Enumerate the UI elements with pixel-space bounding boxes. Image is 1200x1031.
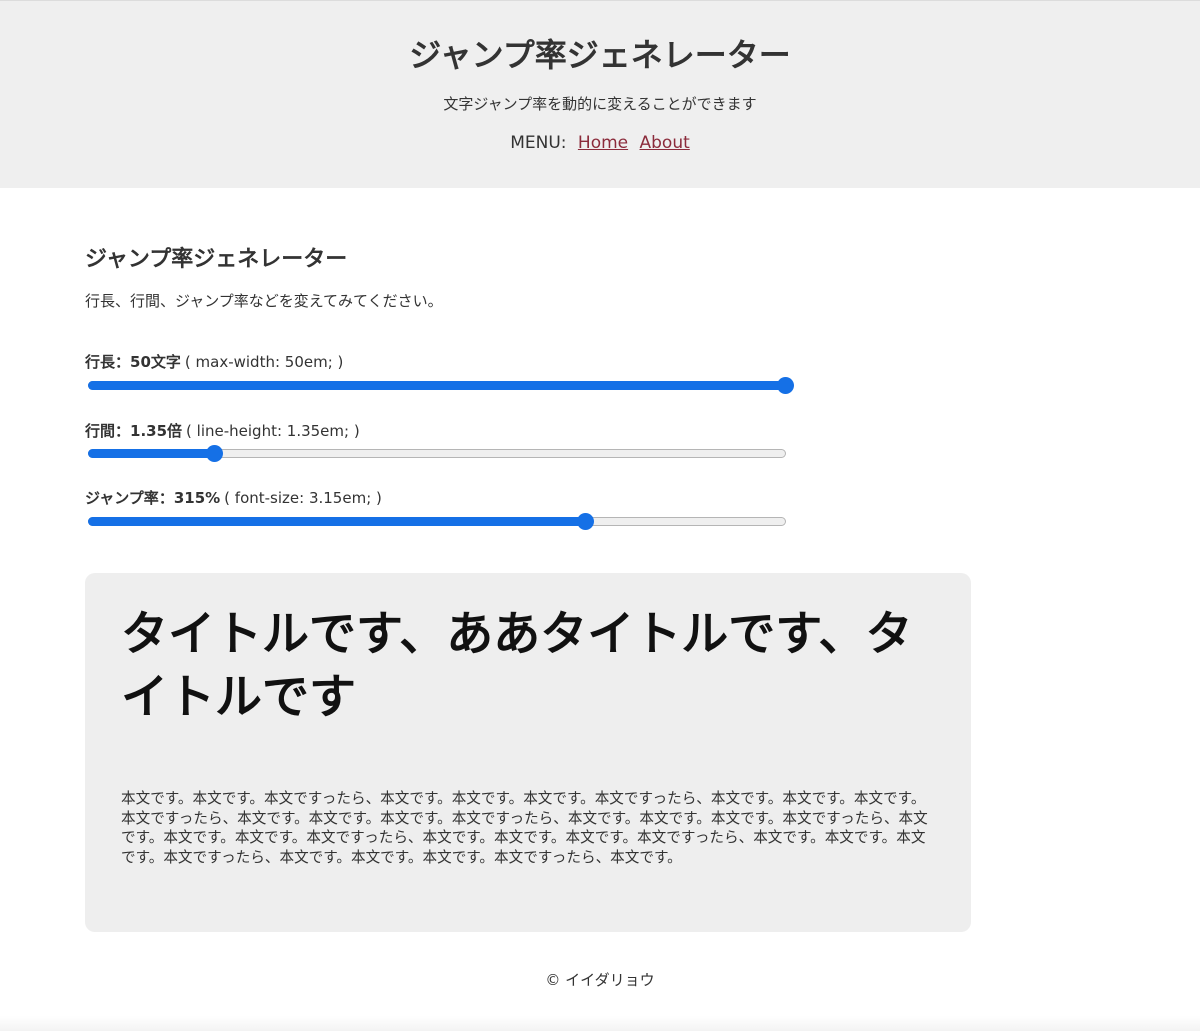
bottom-shade <box>0 1016 1200 1031</box>
preview-box: タイトルです、ああタイトルです、タイトルです 本文です。本文です。本文ですったら… <box>85 573 971 932</box>
preview-body-text: 本文です。本文です。本文ですったら、本文です。本文です。本文です。本文ですったら… <box>121 790 928 867</box>
jump-rate-slider-thumb[interactable] <box>576 513 594 530</box>
menu-label: MENU: <box>510 133 567 153</box>
nav-link-about[interactable]: About <box>640 133 690 153</box>
line-length-name: 行長 <box>85 353 116 371</box>
jump-rate-sep: ： <box>158 489 174 507</box>
line-height-slider-fill <box>88 449 216 458</box>
line-height-sep: ： <box>115 422 131 440</box>
nav-link-home[interactable]: Home <box>578 133 628 153</box>
line-length-css-hint: ( max-width: 50em; ) <box>184 353 344 371</box>
line-height-value: 1.35倍 <box>130 422 183 440</box>
preview-title: タイトルです、ああタイトルです、タイトルです <box>121 607 913 725</box>
jump-rate-value: 315% <box>173 489 221 507</box>
site-tagline: 文字ジャンプ率を動的に変えることができます <box>443 95 757 113</box>
jump-rate-slider[interactable] <box>88 513 786 530</box>
line-length-slider-thumb[interactable] <box>777 377 794 394</box>
site-title: ジャンプ率ジェネレーター <box>409 36 791 74</box>
line-length-sep: ： <box>115 353 131 371</box>
jump-rate-css-hint: ( font-size: 3.15em; ) <box>224 489 382 507</box>
line-height-css-hint: ( line-height: 1.35em; ) <box>186 422 360 440</box>
site-footer: © イイダリョウ <box>0 968 1200 992</box>
copyright-text: © イイダリョウ <box>545 971 655 989</box>
line-length-value: 50文字 <box>130 353 181 371</box>
line-height-slider-thumb[interactable] <box>206 445 224 462</box>
site-header: ジャンプ率ジェネレーター 文字ジャンプ率を動的に変えることができます MENU:… <box>0 0 1200 188</box>
line-length-label: 行長：50文字( max-width: 50em; ) <box>85 351 343 373</box>
line-length-slider[interactable] <box>88 377 794 394</box>
page-heading: ジャンプ率ジェネレーター <box>85 247 348 272</box>
line-height-label: 行間：1.35倍( line-height: 1.35em; ) <box>85 420 360 442</box>
page-intro: 行長、行間、ジャンプ率などを変えてみてください。 <box>85 292 443 310</box>
jump-rate-slider-fill <box>88 517 586 526</box>
jump-rate-label: ジャンプ率：315%( font-size: 3.15em; ) <box>85 487 382 509</box>
site-nav: MENU: Home About <box>0 131 1200 155</box>
line-length-slider-fill <box>88 381 786 390</box>
jump-rate-name: ジャンプ率 <box>85 489 159 507</box>
line-height-slider[interactable] <box>88 445 786 462</box>
line-height-name: 行間 <box>85 422 116 440</box>
